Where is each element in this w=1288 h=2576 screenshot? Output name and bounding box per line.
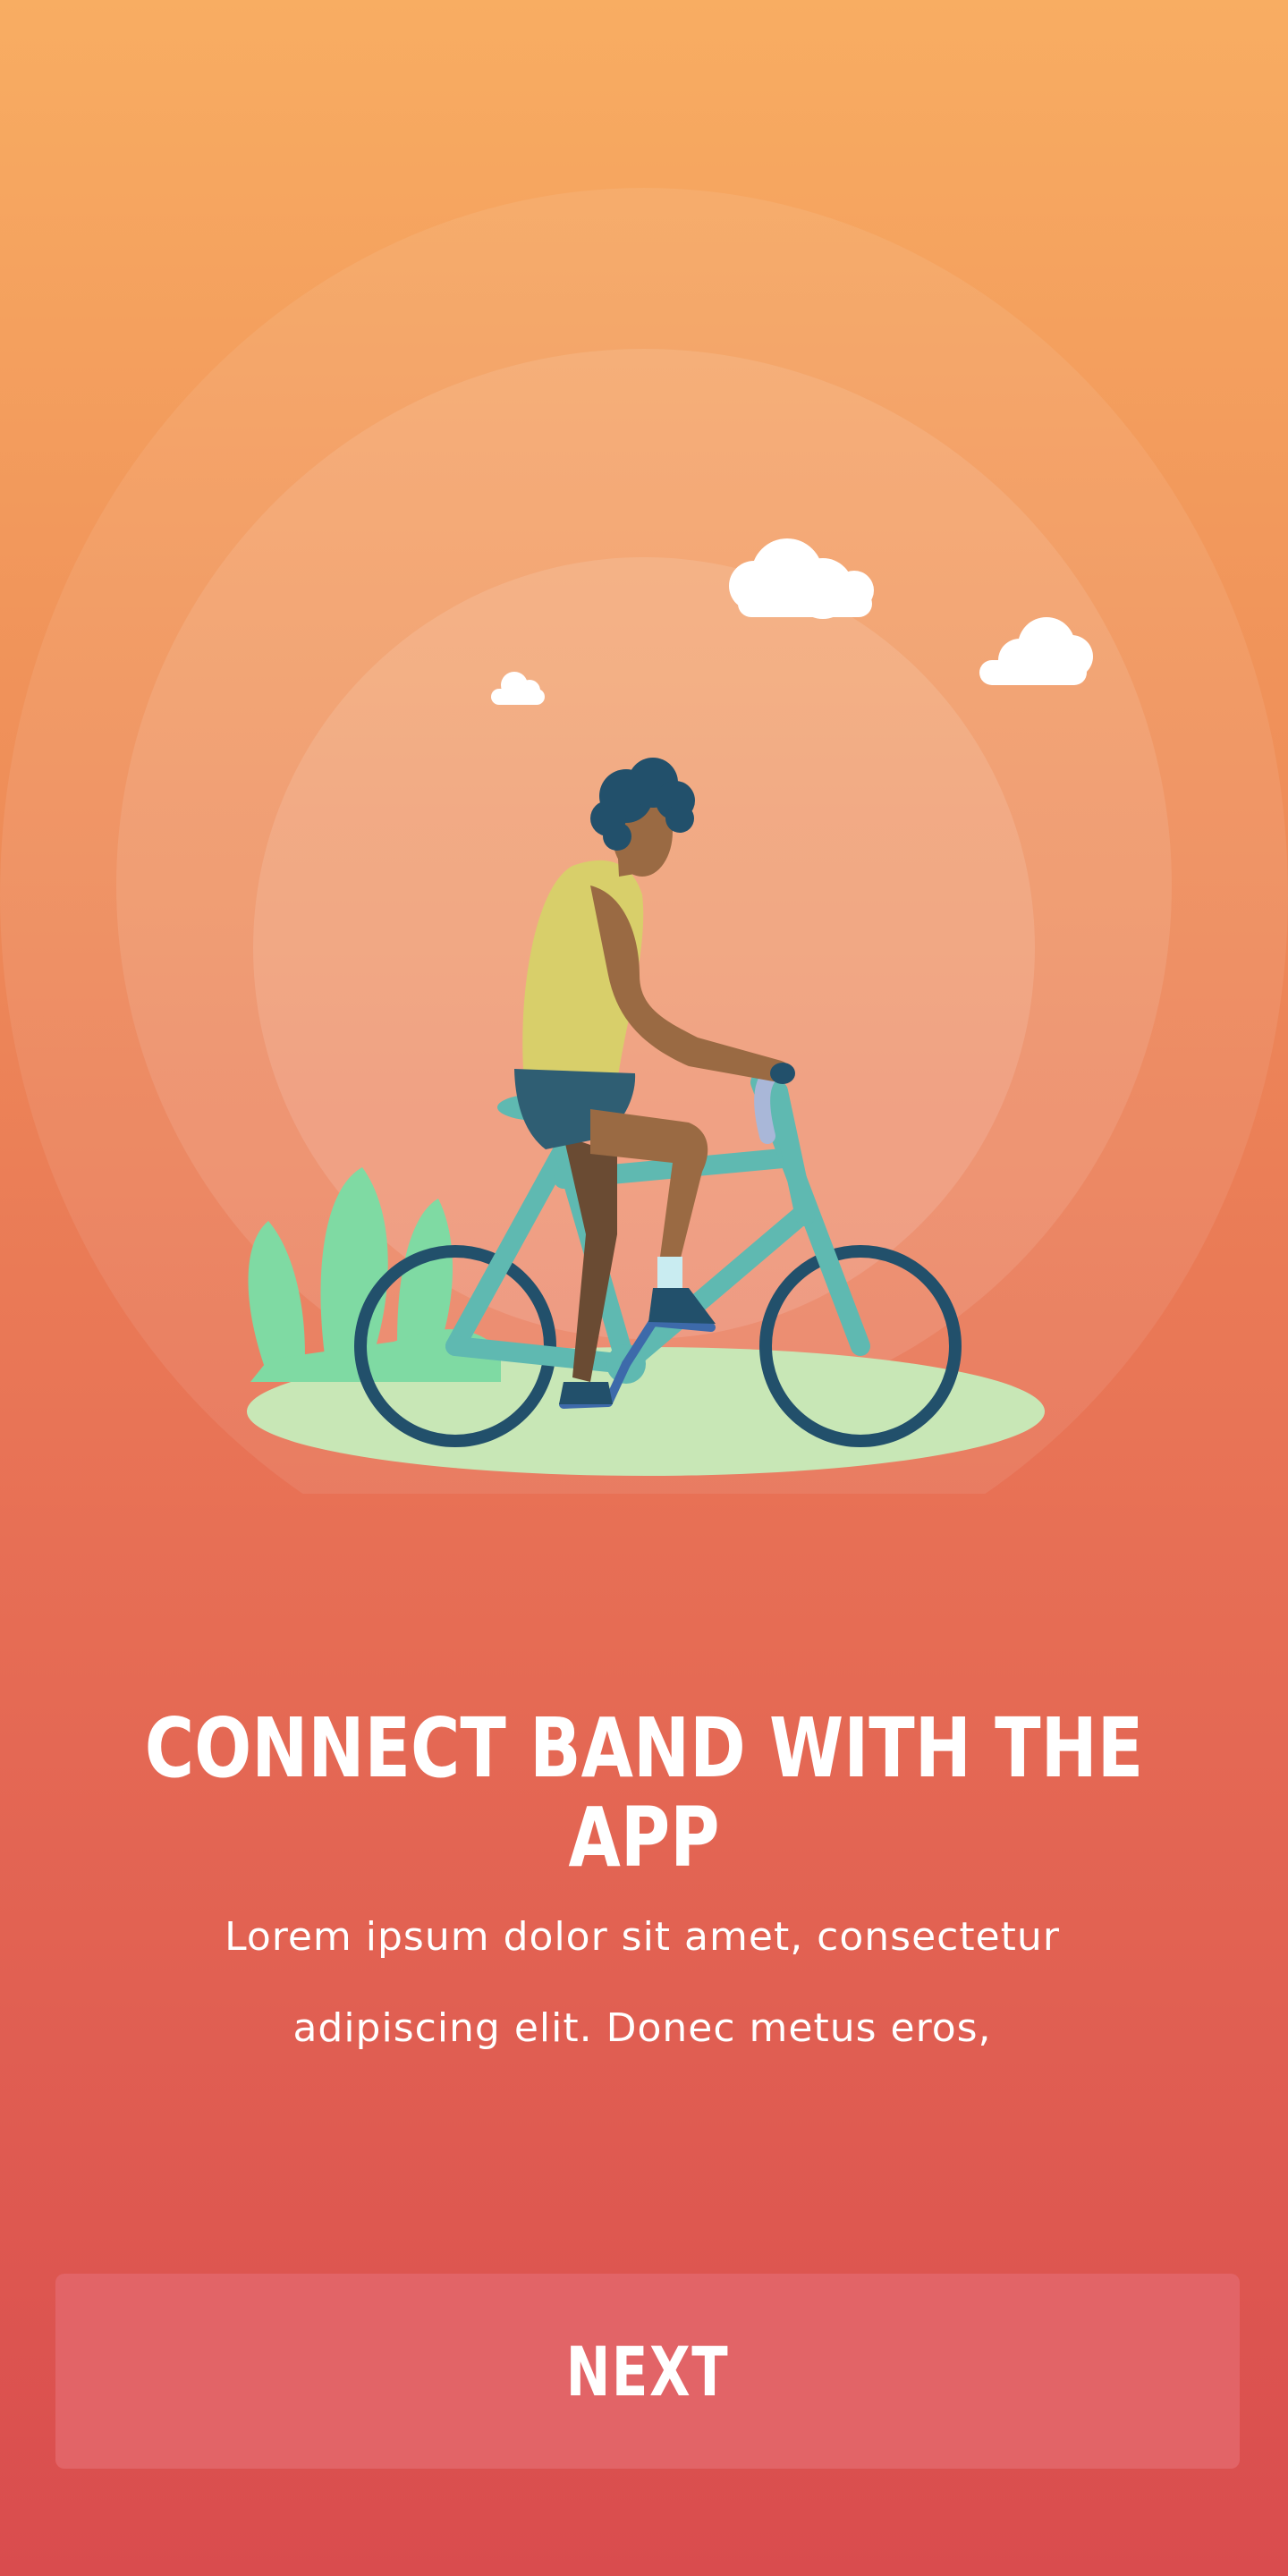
onboarding-description: Lorem ipsum dolor sit amet, consectetur … xyxy=(225,1914,1060,2051)
onboarding-screen: CONNECT BAND WITH THE APP Lorem ipsum do… xyxy=(0,0,1288,2576)
next-button-label: NEXT xyxy=(565,2331,730,2411)
next-button[interactable]: NEXT xyxy=(55,2274,1240,2469)
cyclist-illustration xyxy=(0,0,1288,1494)
onboarding-title: CONNECT BAND WITH THE APP xyxy=(144,1700,1144,1885)
